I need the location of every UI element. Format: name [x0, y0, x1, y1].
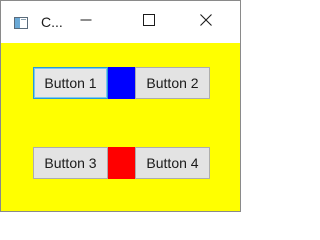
maximize-icon	[143, 13, 155, 31]
color-swatch-2	[108, 147, 135, 179]
close-button[interactable]	[183, 1, 229, 43]
title-bar[interactable]: C...	[1, 1, 240, 43]
close-icon	[200, 13, 212, 31]
window-app-icon	[14, 16, 28, 29]
client-area: Button 1 Button 2 Button 3 Button 4	[1, 43, 240, 211]
color-swatch-1	[108, 67, 135, 99]
button-row-1: Button 1 Button 2	[33, 67, 211, 99]
button-2[interactable]: Button 2	[135, 67, 210, 99]
button-row-2: Button 3 Button 4	[33, 147, 211, 179]
minimize-icon	[80, 13, 92, 31]
maximize-button[interactable]	[126, 1, 172, 43]
button-1[interactable]: Button 1	[33, 67, 108, 99]
app-window: C... Button 1 Button 2 Button 3 Button 4	[0, 0, 241, 212]
button-3[interactable]: Button 3	[33, 147, 108, 179]
button-4[interactable]: Button 4	[135, 147, 210, 179]
minimize-button[interactable]	[63, 1, 109, 43]
window-title: C...	[41, 14, 63, 30]
